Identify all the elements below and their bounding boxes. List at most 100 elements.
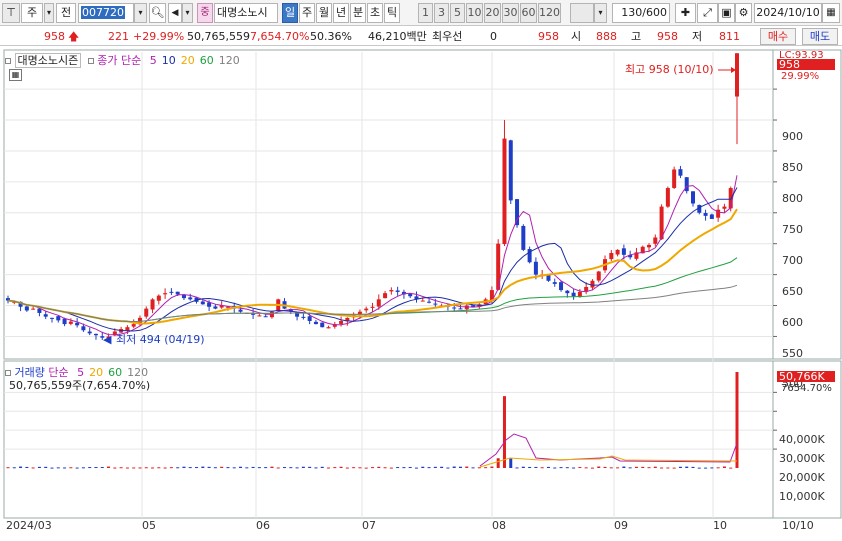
volume-bar: [647, 467, 651, 469]
minute-button[interactable]: 10: [466, 3, 483, 23]
up-arrow-icon: 🡅: [68, 30, 80, 43]
minute-dropdown-icon[interactable]: ▾: [594, 3, 607, 23]
sound-dropdown-icon[interactable]: ▾: [182, 3, 193, 23]
tool-icon[interactable]: ✚: [675, 3, 696, 23]
x-axis-label: 05: [142, 519, 156, 532]
candle-body: [307, 316, 312, 321]
minute-button[interactable]: 30: [502, 3, 519, 23]
speaker-icon[interactable]: ◀: [168, 3, 182, 23]
ma-toggle-icon[interactable]: [87, 58, 94, 64]
market-dropdown-icon[interactable]: ▾: [44, 3, 54, 23]
volume-bar: [578, 467, 582, 469]
volume-bar: [314, 467, 318, 469]
grid-icon[interactable]: ▦: [9, 69, 22, 81]
volume-bar: [521, 466, 525, 468]
custom-minute-input[interactable]: [570, 3, 594, 23]
high-label: 고: [631, 30, 642, 43]
stock-code-input[interactable]: 007720: [78, 3, 134, 23]
candle-body: [621, 248, 626, 255]
volume-bar: [427, 467, 431, 469]
volume-bar: [308, 466, 312, 468]
x-axis-label: 10: [713, 519, 727, 532]
save-icon[interactable]: ▣: [718, 3, 735, 23]
buy-button[interactable]: 매수: [760, 28, 796, 45]
volume-bar: [251, 466, 255, 468]
candle-body: [43, 314, 48, 317]
period-tab[interactable]: 틱: [384, 3, 400, 23]
gear-icon[interactable]: ⚙: [735, 3, 752, 23]
candle-body: [521, 225, 526, 250]
badge: 중: [197, 3, 213, 23]
volume-bar: [125, 467, 129, 469]
minute-button[interactable]: 20: [484, 3, 501, 23]
period-tab[interactable]: 주: [299, 3, 315, 23]
price-legend: 대명소노시즌 종가 단순 5 10 20 60 120: [5, 52, 240, 68]
price-info-bar: 958 🡅 221 +29.99% 50,765,559 7,654.70% 5…: [0, 27, 842, 46]
candle-body: [357, 311, 362, 315]
volume-bar: [157, 467, 161, 469]
volume-bar: [414, 467, 418, 469]
candle-body: [389, 290, 394, 292]
period-tab[interactable]: 초: [367, 3, 383, 23]
candle-body: [533, 261, 538, 275]
trend-line-icon[interactable]: ⤢: [697, 3, 718, 23]
stock-code-value: 007720: [81, 6, 125, 19]
calendar-icon[interactable]: ▦: [822, 3, 840, 23]
period-tab[interactable]: 년: [333, 3, 349, 23]
volume-bar: [471, 467, 475, 469]
price-tick-label: 550: [782, 346, 803, 360]
open-value: 888: [596, 30, 617, 43]
prev-button[interactable]: 전: [56, 3, 76, 23]
volume-bar: [559, 467, 563, 469]
volume-bar: [283, 467, 287, 469]
minute-button[interactable]: 120: [538, 3, 561, 23]
candle-body: [75, 322, 80, 326]
period-tab[interactable]: 분: [350, 3, 366, 23]
volume-bar: [584, 467, 588, 469]
collapse-icon[interactable]: [5, 58, 11, 64]
low-label: 저: [692, 30, 703, 43]
low-value: 811: [719, 30, 740, 43]
period-tab[interactable]: 일: [282, 3, 298, 23]
volume-bar: [440, 466, 444, 468]
volume-bar: [383, 467, 387, 469]
volume-bar: [220, 466, 224, 468]
candle-body: [678, 169, 683, 176]
high-annotation: 최고 958 (10/10): [625, 63, 714, 76]
period-tab[interactable]: 월: [316, 3, 332, 23]
minute-button[interactable]: 3: [434, 3, 449, 23]
volume-bar: [528, 466, 532, 468]
minute-button[interactable]: 1: [418, 3, 433, 23]
stock-chart[interactable]: [0, 48, 842, 541]
layout-icon[interactable]: ⊤: [2, 3, 20, 23]
volume-bar: [496, 458, 500, 468]
market-select[interactable]: 주: [21, 3, 43, 23]
volume-bar: [358, 467, 362, 469]
minute-button[interactable]: 5: [450, 3, 465, 23]
price-pct-label: 29.99%: [781, 71, 820, 82]
volume-bar: [641, 466, 645, 468]
volume-bar: [81, 467, 85, 469]
ma-period-label: 20: [180, 54, 195, 67]
search-icon[interactable]: 🔍︎: [149, 3, 166, 23]
candle-body: [502, 138, 507, 245]
candle-body: [320, 322, 325, 328]
volume-bar: [333, 467, 337, 469]
minute-button[interactable]: 60: [520, 3, 537, 23]
date-field[interactable]: 2024/10/10: [754, 3, 822, 23]
volume-bar: [389, 467, 393, 469]
volume-value: 50,765,559: [187, 30, 250, 43]
toolbar: ⊤ 주 ▾ 전 007720 ▾ 🔍︎ ◀ ▾ 중 대명소노시 일주월년분초틱 …: [0, 0, 842, 26]
candle-body: [383, 293, 388, 299]
code-dropdown-icon[interactable]: ▾: [134, 3, 147, 23]
volume-bar: [100, 467, 104, 469]
count-field[interactable]: 130/600: [612, 3, 670, 23]
candle-body: [313, 321, 318, 325]
volume-collapse-icon[interactable]: [5, 370, 11, 376]
sell-button[interactable]: 매도: [802, 28, 838, 45]
candle-body: [508, 140, 513, 201]
volume-bar: [364, 467, 368, 469]
stock-name-field[interactable]: 대명소노시: [214, 3, 278, 23]
candle-body: [647, 244, 652, 248]
volume-bar: [257, 467, 261, 469]
